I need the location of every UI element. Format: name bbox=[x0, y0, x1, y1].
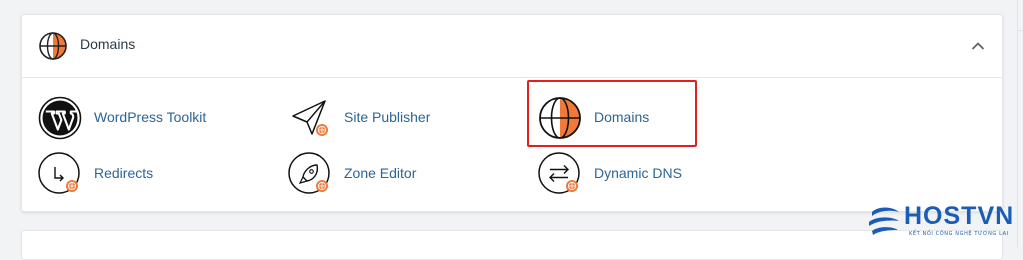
domains-section-panel: Domains WordPress Toolkit Site Publisher bbox=[21, 14, 1003, 212]
redirect-arrow-icon bbox=[38, 152, 80, 194]
tool-label: Site Publisher bbox=[344, 109, 431, 125]
hostvn-logo-icon bbox=[869, 207, 899, 235]
rocket-icon bbox=[288, 152, 330, 194]
next-section-panel bbox=[21, 230, 1003, 260]
swap-arrows-icon bbox=[538, 152, 580, 194]
tool-site-publisher[interactable]: Site Publisher bbox=[288, 96, 488, 140]
wordpress-icon bbox=[38, 96, 82, 140]
tool-redirects[interactable]: Redirects bbox=[38, 152, 238, 196]
tool-label: Redirects bbox=[94, 165, 154, 181]
tool-dynamic-dns[interactable]: Dynamic DNS bbox=[538, 152, 738, 196]
domains-section-header[interactable]: Domains bbox=[22, 15, 1002, 78]
paper-plane-icon bbox=[292, 100, 328, 136]
globe-icon bbox=[39, 32, 67, 60]
tool-zone-editor[interactable]: Zone Editor bbox=[288, 152, 488, 196]
tool-wordpress-toolkit[interactable]: WordPress Toolkit bbox=[38, 96, 238, 140]
tool-label: Zone Editor bbox=[344, 165, 417, 181]
section-title: Domains bbox=[80, 36, 136, 52]
tool-label: WordPress Toolkit bbox=[94, 109, 207, 125]
chevron-up-icon[interactable] bbox=[971, 41, 985, 51]
tool-label: Dynamic DNS bbox=[594, 165, 682, 181]
hostvn-watermark: HOSTVN KẾT NỐI CÔNG NGHỆ TƯƠNG LAI bbox=[866, 202, 1023, 247]
watermark-brand: HOSTVN bbox=[904, 202, 1015, 230]
highlight-box bbox=[527, 80, 697, 147]
watermark-tagline: KẾT NỐI CÔNG NGHỆ TƯƠNG LAI bbox=[909, 231, 1009, 237]
